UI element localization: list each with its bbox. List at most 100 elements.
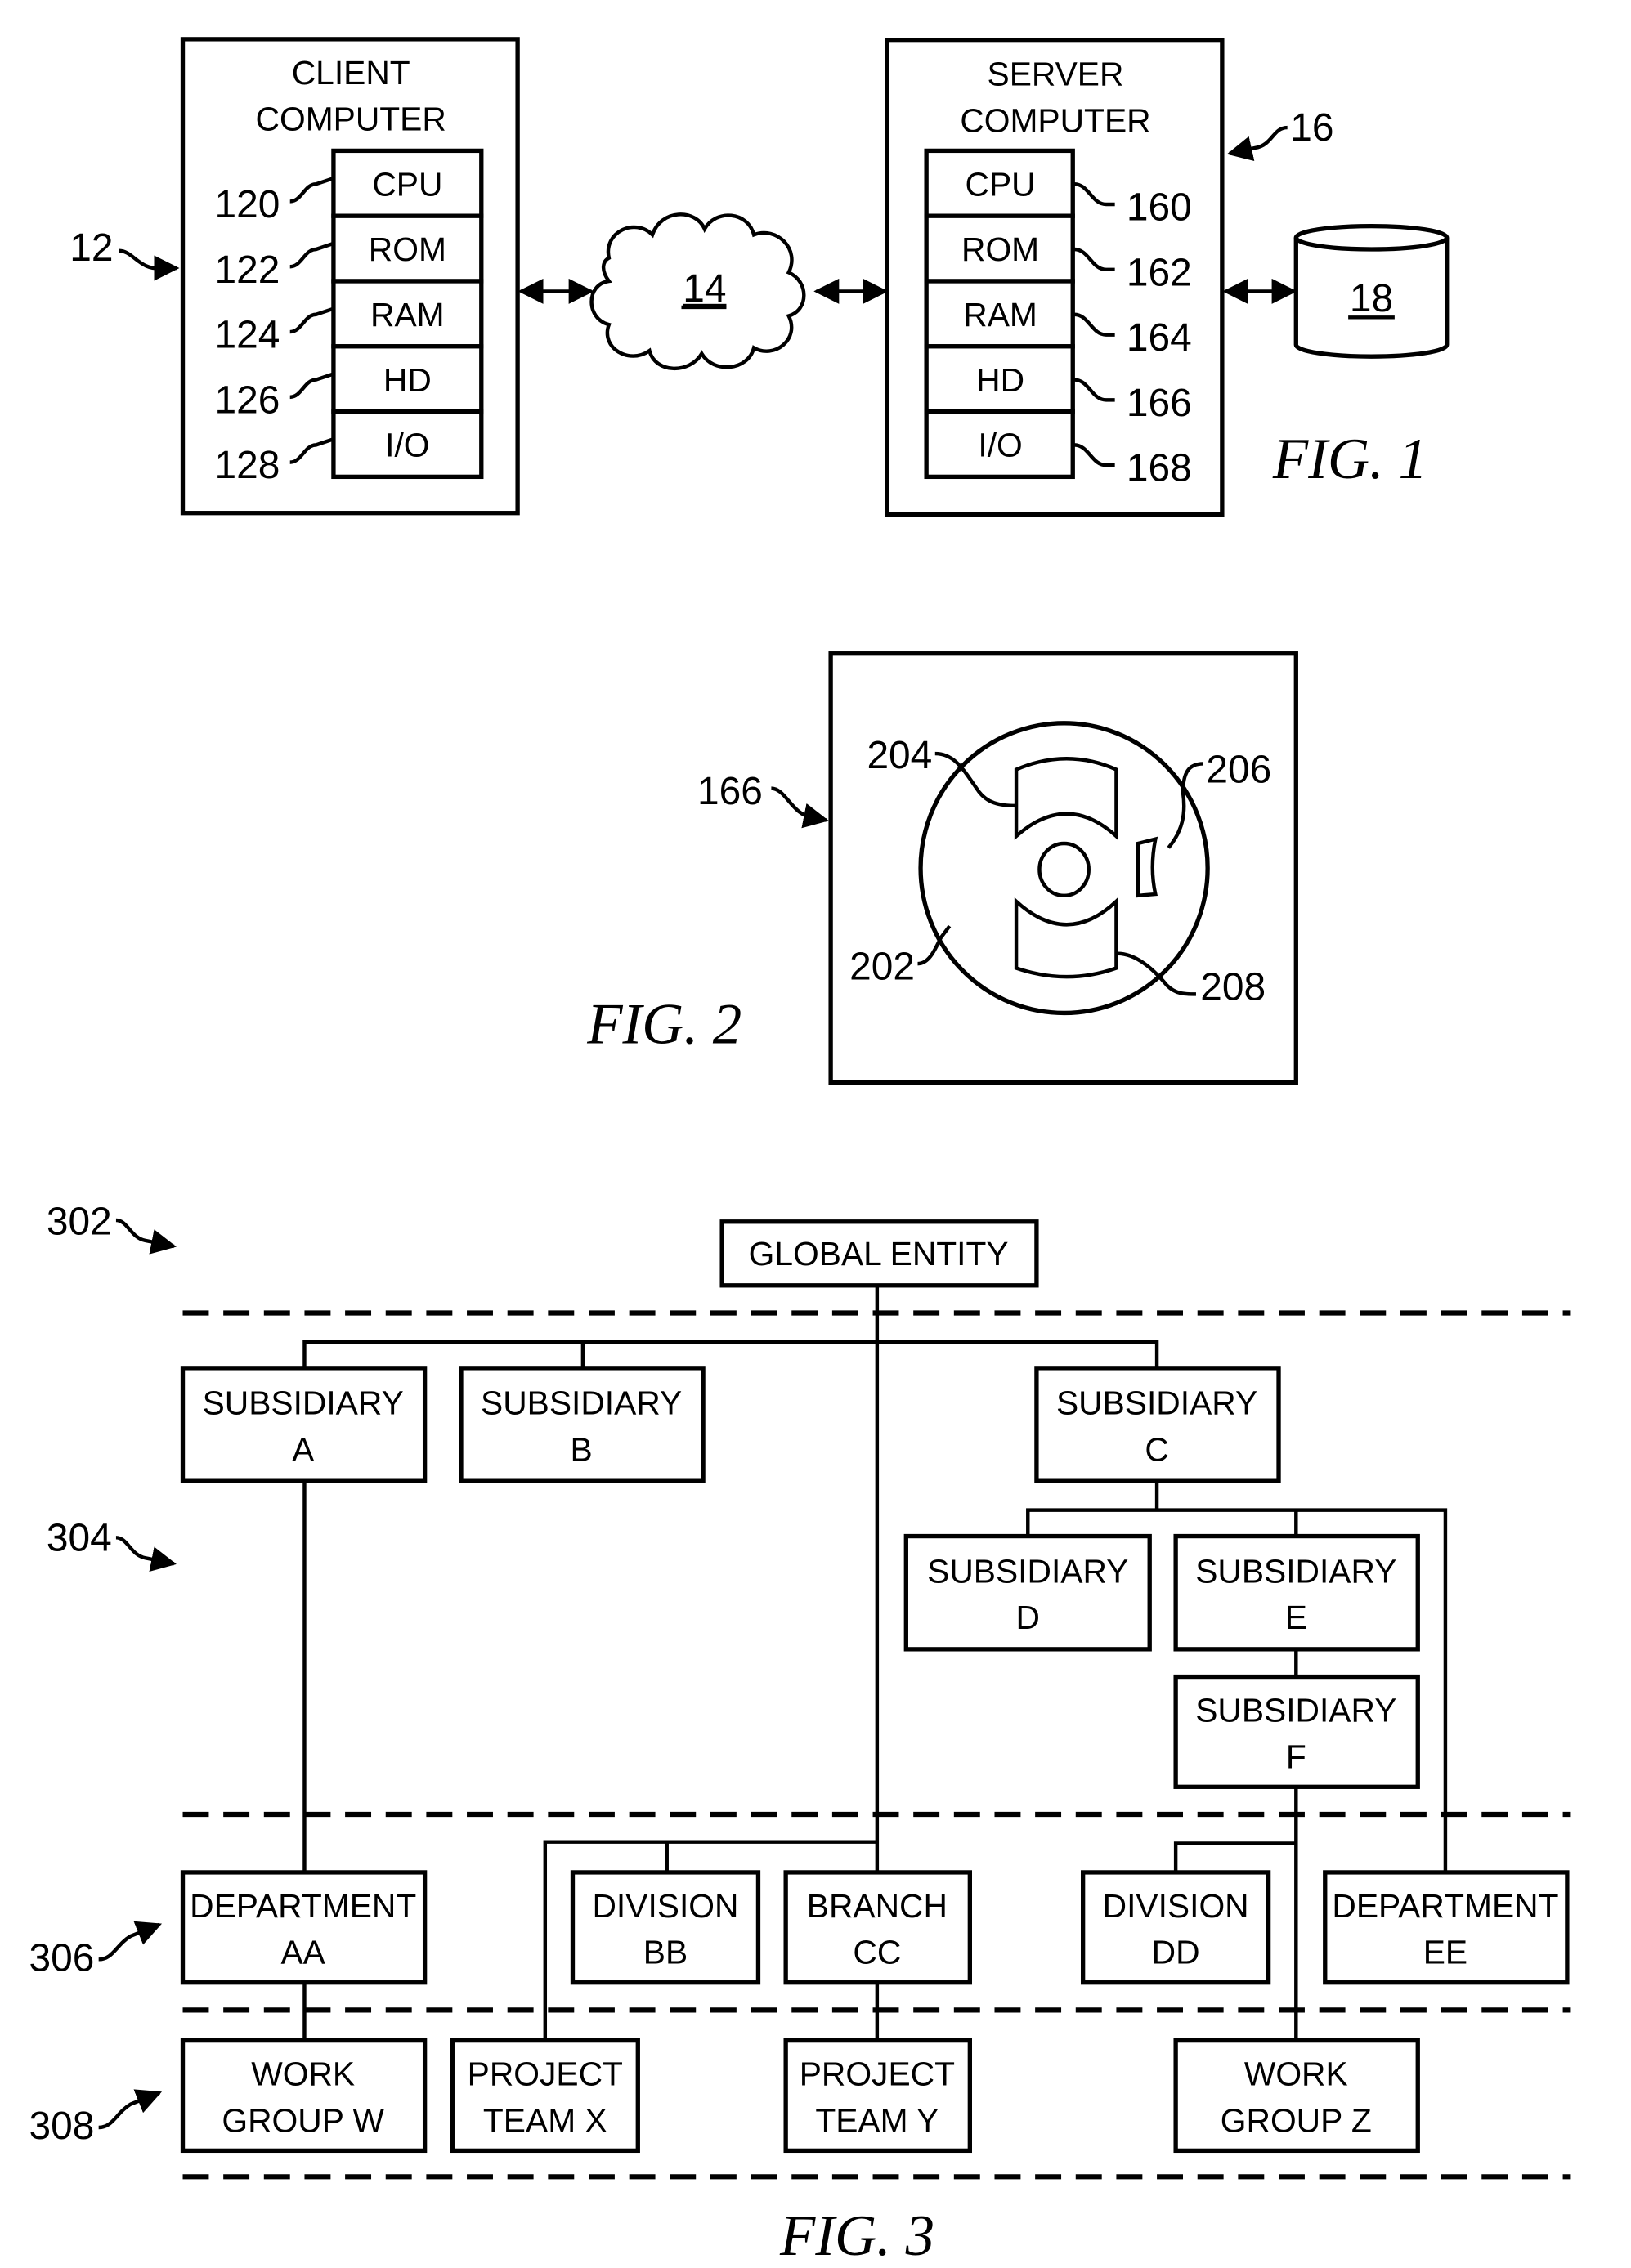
- node-label-1: DEPARTMENT: [1332, 1887, 1558, 1925]
- node-label-2: C: [1145, 1430, 1168, 1468]
- ref-122: 122: [215, 248, 280, 292]
- ref-204: 204: [867, 734, 932, 777]
- node-label-1: DIVISION: [593, 1887, 739, 1925]
- fig3-caption: FIG. 3: [779, 2204, 934, 2268]
- node-work-group-w: WORK GROUP W: [180, 2038, 428, 2154]
- node-global-entity: GLOBAL ENTITY: [719, 1219, 1039, 1288]
- ref-168: 168: [1127, 447, 1192, 490]
- arrow-302: [115, 1218, 177, 1255]
- network-cloud: 14: [589, 212, 806, 370]
- server-ram-label: RAM: [963, 296, 1037, 333]
- node-label-1: DEPARTMENT: [190, 1887, 416, 1925]
- client-title-1: CLIENT: [292, 54, 410, 92]
- node-subsidiary-a: SUBSIDIARY A: [180, 1366, 428, 1483]
- node-label-1: PROJECT: [800, 2056, 955, 2093]
- node-label-2: BB: [643, 1934, 688, 1971]
- node-label-2: CC: [853, 1934, 901, 1971]
- node-subsidiary-f: SUBSIDIARY F: [1173, 1674, 1420, 1789]
- node-label-2: A: [292, 1430, 315, 1468]
- node-label-2: F: [1286, 1738, 1306, 1775]
- ref-208: 208: [1200, 965, 1266, 1009]
- arrow-306: [98, 1921, 163, 1962]
- ref-120: 120: [215, 183, 280, 226]
- node-subsidiary-e: SUBSIDIARY E: [1173, 1533, 1420, 1652]
- ref-124: 124: [215, 314, 280, 357]
- arrow-12: [119, 248, 180, 281]
- ref-164: 164: [1127, 316, 1192, 360]
- node-department-aa: DEPARTMENT AA: [180, 1870, 428, 1985]
- node-subsidiary-c: SUBSIDIARY C: [1034, 1366, 1281, 1483]
- ref-166: 166: [1127, 382, 1192, 425]
- node-label-2: B: [571, 1430, 593, 1468]
- node-label-2: DD: [1152, 1934, 1200, 1971]
- server-hd-label: HD: [976, 361, 1024, 399]
- server-cpu-label: CPU: [966, 165, 1036, 203]
- read-head: [1136, 836, 1158, 898]
- node-subsidiary-b: SUBSIDIARY B: [459, 1366, 706, 1483]
- node-subsidiary-d: SUBSIDIARY D: [903, 1533, 1152, 1652]
- node-label-1: SUBSIDIARY: [1056, 1385, 1257, 1422]
- server-title-1: SERVER: [988, 56, 1124, 93]
- arrow-304: [115, 1536, 177, 1572]
- node-label-1: WORK: [251, 2056, 355, 2093]
- client-hd-label: HD: [383, 361, 432, 399]
- server-component-stack: CPU ROM RAM HD I/O: [924, 148, 1075, 480]
- node-label-1: BRANCH: [807, 1887, 948, 1925]
- arrow-16: [1226, 125, 1288, 162]
- node-label-1: DIVISION: [1103, 1887, 1249, 1925]
- node-label-2: EE: [1423, 1934, 1467, 1971]
- node-label-2: AA: [280, 1934, 325, 1971]
- ref-302: 302: [47, 1201, 112, 1244]
- node-branch-cc: BRANCH CC: [783, 1870, 973, 1985]
- node-label-1: SUBSIDIARY: [481, 1385, 682, 1422]
- ref-202: 202: [849, 946, 915, 989]
- client-rom-label: ROM: [369, 230, 446, 268]
- node-label-1: SUBSIDIARY: [1195, 1692, 1396, 1729]
- arrow-166: [771, 786, 829, 829]
- server-title-2: COMPUTER: [960, 101, 1150, 139]
- conn-divDD: [1173, 1841, 1297, 1872]
- ref-306: 306: [29, 1937, 95, 1980]
- node-work-group-z: WORK GROUP Z: [1173, 2038, 1420, 2154]
- ref-126: 126: [215, 378, 280, 422]
- node-label-1: WORK: [1244, 2056, 1348, 2093]
- node-label-2: GROUP Z: [1221, 2101, 1372, 2139]
- client-io-label: I/O: [385, 427, 429, 464]
- client-cpu-label: CPU: [372, 165, 442, 203]
- ref-16: 16: [1290, 106, 1333, 150]
- fig2: 166 204 206 202 208 FIG. 2: [586, 651, 1298, 1085]
- fig3: 302 304 306 308 GLOBAL ENTITY SUBSIDIARY…: [29, 1201, 1571, 2268]
- ref-128: 128: [215, 444, 280, 487]
- node-label-2: GROUP W: [222, 2101, 384, 2139]
- ref-206: 206: [1206, 749, 1271, 792]
- client-component-stack: CPU ROM RAM HD I/O: [331, 148, 484, 480]
- node-division-bb: DIVISION BB: [570, 1870, 761, 1985]
- node-department-ee: DEPARTMENT EE: [1323, 1870, 1570, 1985]
- server-rom-label: ROM: [961, 230, 1039, 268]
- cylinder-top: [1293, 223, 1450, 252]
- ref-12: 12: [69, 226, 113, 270]
- server-computer: SERVER COMPUTER CPU ROM RAM HD I/O 160 1…: [885, 38, 1333, 517]
- fig1: CLIENT COMPUTER CPU ROM RAM HD I/O 120 1…: [69, 37, 1450, 517]
- node-label-2: E: [1285, 1599, 1307, 1636]
- ref-166-hd: 166: [697, 770, 763, 813]
- arrow-308: [98, 2089, 163, 2130]
- node-label-2: TEAM Y: [815, 2101, 939, 2139]
- ref-160: 160: [1127, 186, 1192, 230]
- ref-162: 162: [1127, 251, 1192, 294]
- patent-drawing-sheet: CLIENT COMPUTER CPU ROM RAM HD I/O 120 1…: [29, 37, 1571, 2268]
- node-label-1: SUBSIDIARY: [1195, 1552, 1396, 1590]
- client-title-2: COMPUTER: [256, 101, 446, 138]
- server-io-label: I/O: [978, 427, 1022, 464]
- fig2-caption: FIG. 2: [586, 993, 742, 1057]
- fig1-caption: FIG. 1: [1272, 427, 1427, 491]
- ref-14: 14: [683, 267, 726, 311]
- ref-308: 308: [29, 2105, 95, 2148]
- node-division-dd: DIVISION DD: [1080, 1870, 1271, 1985]
- node-project-team-y: PROJECT TEAM Y: [783, 2038, 973, 2154]
- node-label-1: PROJECT: [468, 2056, 623, 2093]
- node-label-2: D: [1016, 1599, 1040, 1636]
- client-ram-label: RAM: [370, 296, 445, 333]
- ref-304: 304: [47, 1516, 112, 1559]
- node-label-1: SUBSIDIARY: [203, 1385, 404, 1422]
